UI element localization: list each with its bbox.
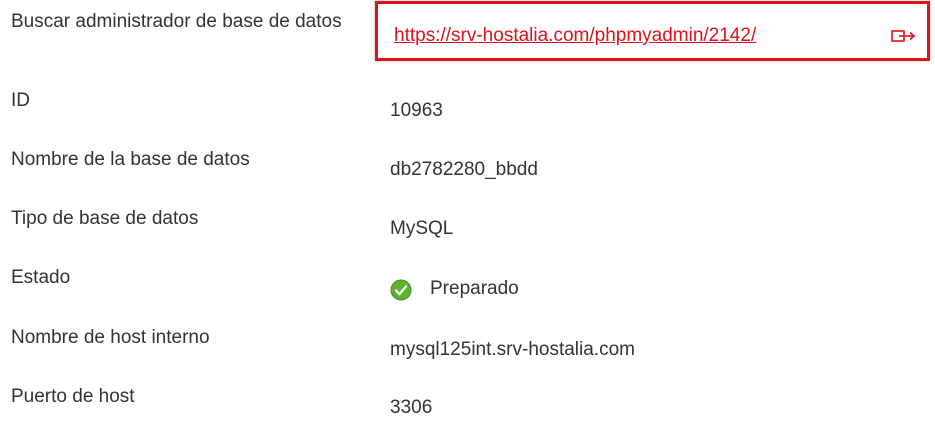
value-db-name: db2782280_bbdd: [390, 159, 538, 180]
label-id: ID: [11, 90, 30, 111]
label-db-admin: Buscar administrador de base de datos: [11, 11, 342, 32]
label-status: Estado: [11, 267, 71, 288]
value-db-type: MySQL: [390, 218, 454, 239]
value-id: 10963: [390, 100, 443, 121]
highlight-box: https://srv-hostalia.com/phpmyadmin/2142…: [375, 1, 930, 61]
label-internal-host: Nombre de host interno: [11, 327, 210, 348]
value-host-port: 3306: [390, 397, 433, 418]
label-db-name: Nombre de la base de datos: [11, 149, 250, 170]
value-status: Preparado: [430, 278, 519, 299]
label-host-port: Puerto de host: [11, 386, 135, 407]
label-db-type: Tipo de base de datos: [11, 208, 199, 229]
check-circle-icon: [390, 279, 412, 301]
value-internal-host: mysql125int.srv-hostalia.com: [390, 339, 635, 360]
external-link-icon[interactable]: [891, 28, 917, 44]
phpmyadmin-link[interactable]: https://srv-hostalia.com/phpmyadmin/2142…: [394, 24, 756, 47]
